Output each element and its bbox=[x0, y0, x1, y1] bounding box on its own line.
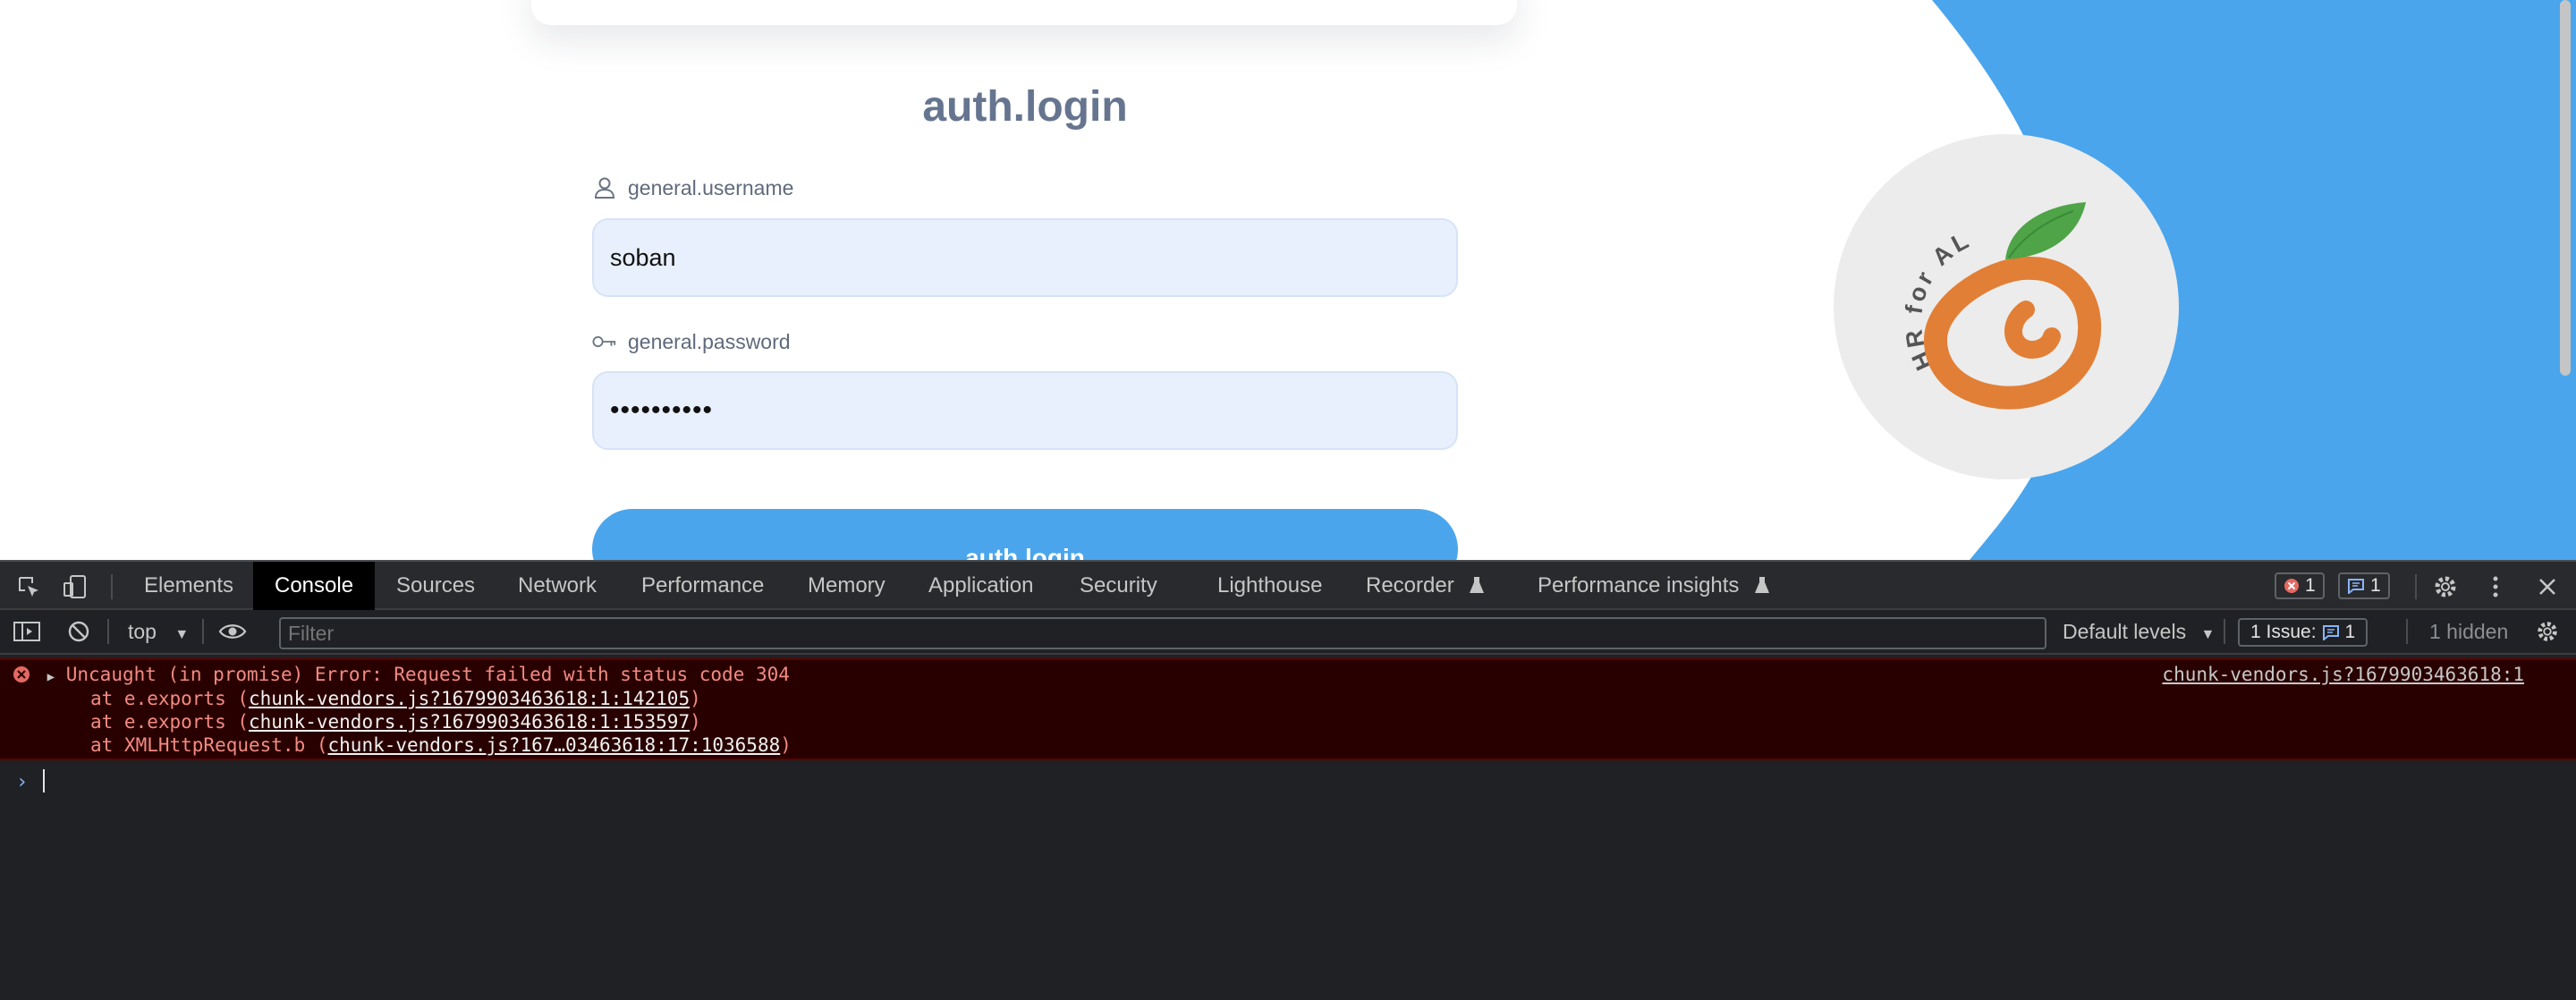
error-header: ▶ Uncaught (in promise) Error: Request f… bbox=[13, 663, 790, 686]
console-input-caret[interactable] bbox=[43, 769, 45, 792]
console-toolbar: top ▼ Default levels ▼ 1 Issue: 1 1 hidd… bbox=[0, 610, 2576, 655]
toolbar-divider bbox=[2406, 619, 2408, 644]
stack-frame: at e.exports (chunk-vendors.js?167990346… bbox=[90, 710, 701, 733]
stack-frame-prefix: at e.exports ( bbox=[90, 711, 250, 733]
tab-security[interactable]: Security bbox=[1080, 562, 1157, 610]
password-label-text: general.password bbox=[628, 329, 791, 353]
hr-for-all-logo: HR for ALL bbox=[1825, 113, 2179, 479]
close-icon[interactable] bbox=[2533, 572, 2562, 601]
experiment-flask-icon bbox=[1755, 577, 1770, 593]
login-button[interactable]: auth.login bbox=[592, 509, 1458, 560]
top-card bbox=[531, 0, 1517, 25]
tab-lighthouse[interactable]: Lighthouse bbox=[1217, 562, 1322, 610]
expand-arrow-icon[interactable]: ▶ bbox=[47, 670, 55, 684]
stack-frame-link[interactable]: chunk-vendors.js?1679903463618:1:153597 bbox=[249, 711, 690, 733]
username-label-text: general.username bbox=[628, 175, 794, 199]
tab-recorder[interactable]: Recorder bbox=[1366, 562, 1485, 610]
console-filter-input[interactable] bbox=[279, 617, 2046, 649]
dropdown-arrow-icon: ▼ bbox=[2200, 627, 2216, 642]
console-prompt-chevron-icon: › bbox=[16, 771, 29, 793]
console-settings-gear-icon[interactable] bbox=[2533, 617, 2562, 646]
orange-fruit-logo-icon: HR for ALL bbox=[1825, 113, 2102, 410]
context-selector[interactable]: top ▼ bbox=[128, 610, 189, 653]
log-levels-label: Default levels bbox=[2063, 620, 2187, 643]
error-circle-icon bbox=[13, 666, 30, 682]
stack-frame-suffix: ) bbox=[690, 711, 701, 733]
message-count: 1 bbox=[2370, 575, 2381, 596]
device-toolbar-icon[interactable] bbox=[61, 572, 89, 601]
console-error-message: ▶ Uncaught (in promise) Error: Request f… bbox=[0, 658, 2576, 760]
context-value: top bbox=[128, 620, 157, 643]
error-source-link[interactable]: chunk-vendors.js?1679903463618:1 bbox=[2162, 664, 2524, 685]
clear-console-icon[interactable] bbox=[64, 617, 93, 646]
toolbar-divider bbox=[107, 619, 109, 644]
hidden-count: 1 hidden bbox=[2429, 620, 2509, 643]
more-options-icon[interactable] bbox=[2481, 572, 2510, 601]
dropdown-arrow-icon: ▼ bbox=[174, 627, 190, 642]
devtools-tabbar: Elements Console Sources Network Perform… bbox=[0, 560, 2576, 610]
message-icon bbox=[2348, 579, 2364, 594]
page-scrollbar[interactable] bbox=[2560, 0, 2571, 376]
username-label: general.username bbox=[592, 175, 793, 200]
toolbar-divider bbox=[2415, 574, 2417, 599]
error-circle-icon bbox=[2284, 579, 2299, 593]
show-sidebar-icon[interactable] bbox=[13, 617, 41, 646]
stack-frame-suffix: ) bbox=[690, 688, 701, 709]
settings-gear-icon[interactable] bbox=[2431, 572, 2460, 601]
issues-count: 1 bbox=[2344, 622, 2356, 642]
username-input[interactable] bbox=[592, 218, 1458, 297]
stack-frame-link[interactable]: chunk-vendors.js?1679903463618:1:142105 bbox=[249, 688, 690, 709]
user-icon bbox=[592, 175, 617, 200]
password-input[interactable] bbox=[592, 371, 1458, 450]
password-label: general.password bbox=[592, 329, 791, 354]
error-count: 1 bbox=[2305, 575, 2316, 596]
page-title: auth.login bbox=[922, 83, 1128, 131]
stack-frame-suffix: ) bbox=[780, 734, 792, 756]
stack-frame: at XMLHttpRequest.b (chunk-vendors.js?16… bbox=[90, 733, 792, 757]
tab-console[interactable]: Console bbox=[253, 562, 376, 610]
live-expression-eye-icon[interactable] bbox=[218, 617, 247, 646]
toolbar-divider bbox=[111, 574, 113, 599]
error-text: Uncaught (in promise) Error: Request fai… bbox=[65, 664, 790, 685]
stack-frame-link[interactable]: chunk-vendors.js?167…03463618:17:1036588 bbox=[328, 734, 781, 756]
stack-frame: at e.exports (chunk-vendors.js?167990346… bbox=[90, 687, 701, 710]
tab-elements[interactable]: Elements bbox=[144, 562, 233, 610]
key-icon bbox=[592, 329, 617, 354]
tab-application[interactable]: Application bbox=[928, 562, 1033, 610]
login-page: auth.login general.username general.pass… bbox=[0, 0, 2576, 560]
toolbar-divider bbox=[2224, 619, 2225, 644]
stack-frame-prefix: at e.exports ( bbox=[90, 688, 250, 709]
message-count-badge[interactable]: 1 bbox=[2338, 572, 2390, 599]
tab-performance[interactable]: Performance bbox=[641, 562, 764, 610]
stack-frame-prefix: at XMLHttpRequest.b ( bbox=[90, 734, 328, 756]
tab-sources[interactable]: Sources bbox=[396, 562, 475, 610]
tab-recorder-label: Recorder bbox=[1366, 573, 1454, 597]
log-levels-dropdown[interactable]: Default levels ▼ bbox=[2063, 610, 2215, 653]
svg-text:HR for ALL: HR for ALL bbox=[1834, 134, 1976, 374]
experiment-flask-icon bbox=[1470, 577, 1485, 593]
tab-memory[interactable]: Memory bbox=[808, 562, 886, 610]
issues-label: 1 Issue: bbox=[2250, 622, 2317, 642]
tab-performance-insights-label: Performance insights bbox=[1538, 573, 1740, 597]
inspect-element-icon[interactable] bbox=[14, 572, 43, 601]
tab-performance-insights[interactable]: Performance insights bbox=[1538, 562, 1770, 610]
logo-text: HR for ALL bbox=[1825, 113, 1972, 374]
message-icon bbox=[2322, 625, 2339, 640]
devtools-panel: Elements Console Sources Network Perform… bbox=[0, 560, 2576, 1000]
tab-network[interactable]: Network bbox=[518, 562, 597, 610]
error-count-badge[interactable]: 1 bbox=[2275, 572, 2325, 599]
toolbar-divider bbox=[202, 619, 204, 644]
issues-button[interactable]: 1 Issue: 1 bbox=[2238, 618, 2368, 647]
